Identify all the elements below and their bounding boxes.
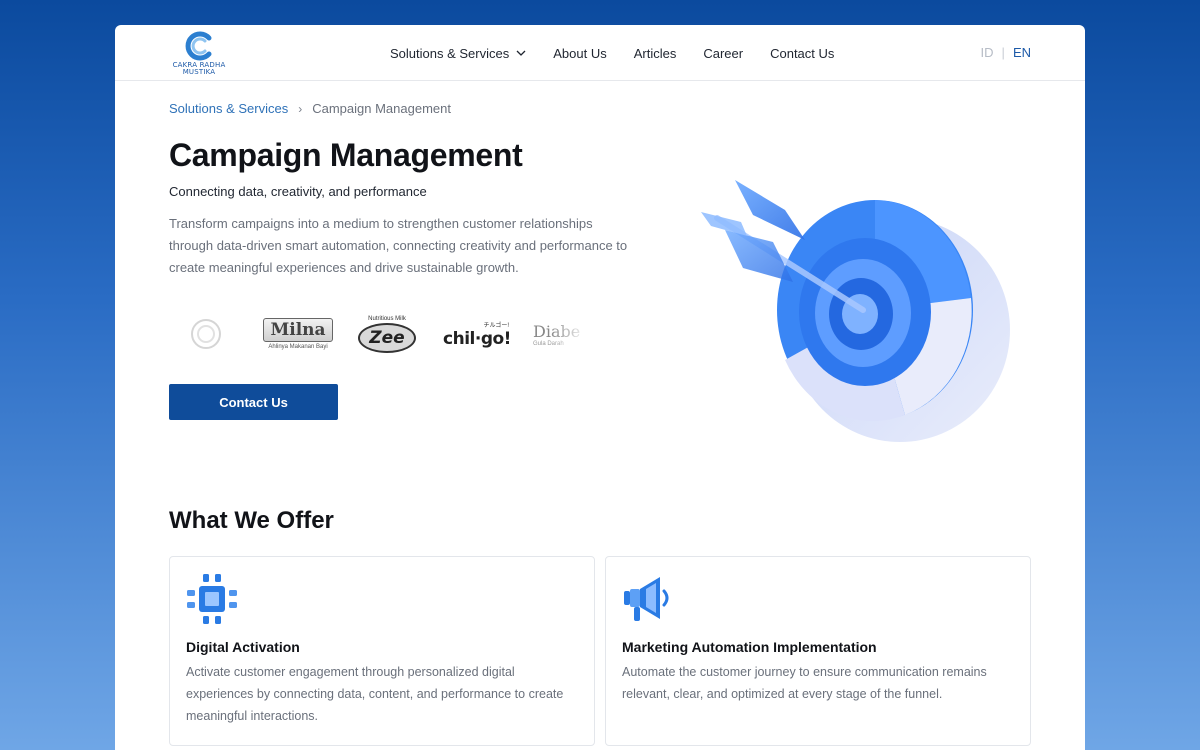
company-logo[interactable]: CAKRA RADHA MUSTIKA bbox=[169, 29, 229, 77]
lang-separator: | bbox=[1001, 45, 1005, 60]
brand-logo-carousel: Milna Ahlinya Makanan Bayi Nutritious Mi… bbox=[169, 309, 589, 359]
section-title-what-we-offer: What We Offer bbox=[169, 507, 334, 534]
nav-career[interactable]: Career bbox=[703, 46, 743, 61]
breadcrumb-parent-link[interactable]: Solutions & Services bbox=[169, 101, 288, 116]
nav-contact-us[interactable]: Contact Us bbox=[770, 46, 834, 61]
brand-emblem-icon bbox=[191, 319, 221, 349]
chevron-down-icon bbox=[516, 50, 526, 56]
browser-page: CAKRA RADHA MUSTIKA Solutions & Services… bbox=[115, 25, 1085, 750]
nav-solutions-services[interactable]: Solutions & Services bbox=[390, 46, 526, 61]
chip-icon bbox=[187, 574, 237, 624]
brand-logo-diabe: Diabe Gula Darah bbox=[533, 309, 589, 359]
offer-card-title: Digital Activation bbox=[186, 639, 300, 655]
brand-tagline: Gula Darah bbox=[533, 340, 564, 347]
lang-id-option[interactable]: ID bbox=[981, 45, 994, 60]
brand-name: Milna bbox=[263, 318, 333, 342]
brand-tagline: Ahlinya Makanan Bayi bbox=[268, 344, 328, 350]
megaphone-icon bbox=[624, 577, 669, 621]
lang-en-option[interactable]: EN bbox=[1013, 45, 1031, 60]
brand-logo-zee: Nutritious Milk Zee bbox=[355, 309, 419, 359]
logo-c-mark-icon bbox=[185, 31, 212, 61]
offer-card-marketing-automation[interactable]: Marketing Automation Implementation Auto… bbox=[605, 556, 1031, 746]
nav-about-us[interactable]: About Us bbox=[553, 46, 606, 61]
offer-card-title: Marketing Automation Implementation bbox=[622, 639, 877, 655]
brand-name: Zee bbox=[358, 322, 416, 353]
brand-tagline: Nutritious Milk bbox=[368, 315, 406, 322]
page-description: Transform campaigns into a medium to str… bbox=[169, 216, 628, 275]
contact-us-button[interactable]: Contact Us bbox=[169, 384, 338, 420]
language-switcher: ID | EN bbox=[981, 45, 1031, 60]
target-arrow-icon bbox=[701, 180, 1010, 442]
offer-card-text: Automate the customer journey to ensure … bbox=[622, 665, 987, 701]
main-nav: Solutions & Services About Us Articles C… bbox=[390, 25, 861, 81]
page-title: Campaign Management bbox=[169, 137, 523, 173]
target-illustration bbox=[695, 170, 1015, 450]
nav-articles[interactable]: Articles bbox=[634, 46, 677, 61]
brand-tagline: チルゴー! bbox=[483, 322, 509, 329]
brand-logo-chilgo: チルゴー! chil·go! bbox=[441, 309, 513, 359]
brand-name: Diabe bbox=[533, 321, 581, 341]
logo-text: CAKRA RADHA MUSTIKA bbox=[172, 61, 226, 76]
offer-card-text: Activate customer engagement through per… bbox=[186, 665, 564, 723]
brand-logo-partial bbox=[175, 309, 235, 359]
site-header: CAKRA RADHA MUSTIKA Solutions & Services… bbox=[115, 25, 1085, 81]
brand-logo-milna: Milna Ahlinya Makanan Bayi bbox=[263, 309, 333, 359]
nav-solutions-label: Solutions & Services bbox=[390, 45, 510, 61]
breadcrumb: Solutions & Services › Campaign Manageme… bbox=[169, 101, 451, 116]
brand-name: chil·go! bbox=[443, 328, 511, 349]
page-subtitle: Connecting data, creativity, and perform… bbox=[169, 184, 427, 199]
chevron-right-icon: › bbox=[298, 101, 303, 116]
offer-card-digital-activation[interactable]: Digital Activation Activate customer eng… bbox=[169, 556, 595, 746]
breadcrumb-current: Campaign Management bbox=[312, 101, 451, 116]
